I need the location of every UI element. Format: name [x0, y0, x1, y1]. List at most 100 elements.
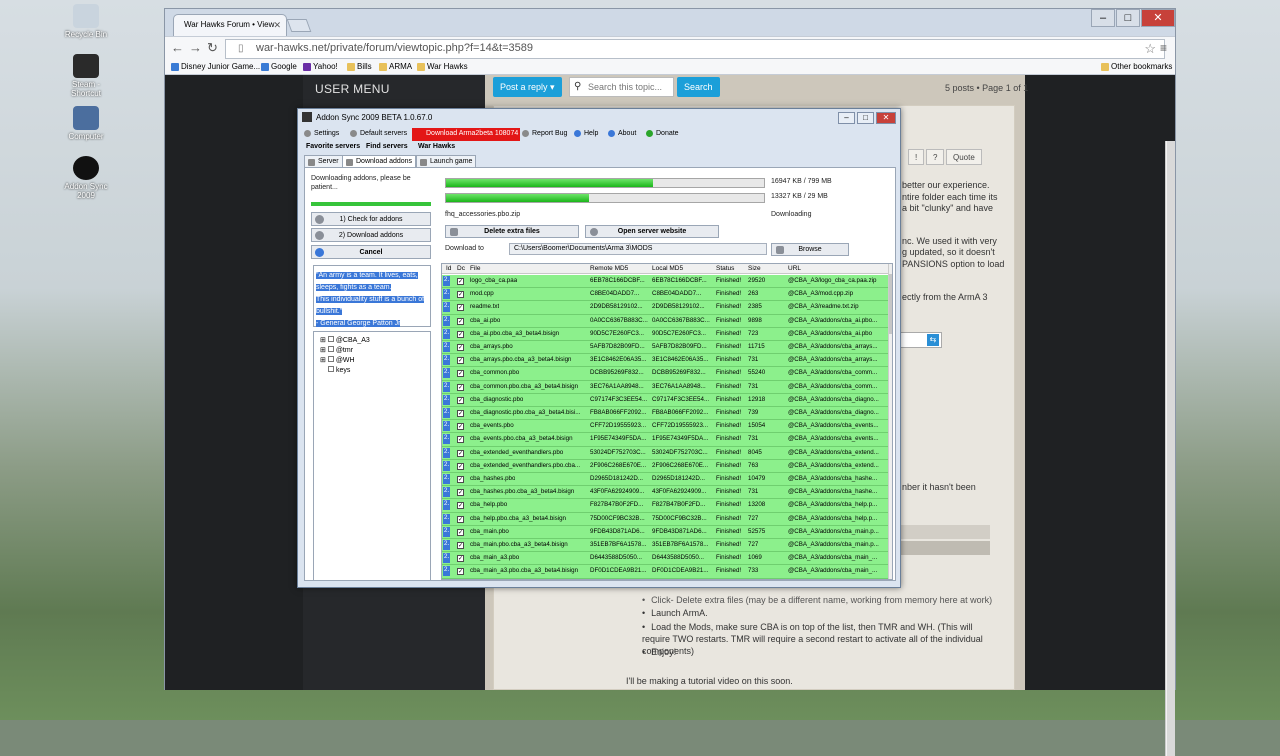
- tree-item[interactable]: keys: [320, 366, 430, 376]
- row-checkbox[interactable]: ✓: [457, 489, 464, 497]
- maximize-button[interactable]: □: [857, 112, 874, 124]
- menu-default-servers[interactable]: Default servers: [350, 130, 407, 137]
- reload-icon[interactable]: ↻: [207, 40, 218, 56]
- minimize-button[interactable]: ‒: [1091, 9, 1115, 27]
- table-row[interactable]: ✓ 2. cba_main_a3.pbo.cba_a3_beta4.bisign DF…: [442, 565, 888, 579]
- table-row[interactable]: ✓ 2. cba_ai.pbo.cba_a3_beta4.bisign 90D5C7E…: [442, 327, 888, 341]
- row-checkbox[interactable]: ✓: [457, 555, 464, 563]
- download-path-field[interactable]: C:\Users\Boomer\Documents\Arma 3\MODS: [509, 243, 767, 255]
- table-row[interactable]: ✓ 2. cba_diagnostic.pbo C97174F3C3EE54... C9…: [442, 393, 888, 407]
- table-row[interactable]: ✓ 2. cba_main.pbo 9FDB43D871AD6... 9FDB43D87…: [442, 525, 888, 539]
- row-checkbox[interactable]: ✓: [457, 423, 464, 431]
- table-row[interactable]: ✓ 2. cba_hashes.pbo.cba_a3_beta4.bisign 43F…: [442, 486, 888, 500]
- row-checkbox[interactable]: ✓: [457, 528, 464, 536]
- tab-war-hawks[interactable]: War Hawks: [418, 143, 455, 150]
- table-row[interactable]: ✓ 2. cba_hashes.pbo D2965D181242D... D2965D1…: [442, 473, 888, 487]
- row-checkbox[interactable]: ✓: [457, 476, 464, 483]
- desktop-icon-computer[interactable]: Computer: [60, 106, 112, 141]
- topic-search-input[interactable]: ⚲ Search this topic...: [569, 77, 674, 97]
- url-field[interactable]: ▯ war-hawks.net/private/forum/viewtopic.p…: [225, 39, 1165, 59]
- table-row[interactable]: ✓ 2. cba_events.pbo.cba_a3_beta4.bisign 1F9…: [442, 433, 888, 447]
- column-header[interactable]: Id: [446, 265, 451, 272]
- report-button[interactable]: !: [908, 149, 925, 165]
- download-beta-button[interactable]: Download Arma2beta 108074: [412, 128, 520, 141]
- tab-find-servers[interactable]: Find servers: [366, 143, 408, 150]
- row-checkbox[interactable]: ✓: [457, 278, 464, 285]
- close-button[interactable]: ✕: [876, 112, 896, 124]
- desktop-icon-addon-sync[interactable]: Addon Sync 2009: [60, 156, 112, 200]
- menu-report-bug[interactable]: Report Bug: [522, 130, 567, 137]
- menu-about[interactable]: About: [608, 130, 636, 137]
- download-addons-button[interactable]: 2) Download addons: [311, 228, 431, 242]
- row-checkbox[interactable]: ✓: [457, 383, 464, 391]
- menu-help[interactable]: Help: [574, 130, 598, 137]
- browser-tab[interactable]: War Hawks Forum • View ✕: [173, 14, 287, 36]
- other-bookmarks[interactable]: Other bookmarks: [1101, 62, 1172, 71]
- browse-button[interactable]: Browse: [771, 243, 849, 256]
- bookmark-folder[interactable]: ARMA: [379, 62, 412, 71]
- table-row[interactable]: ✓ 2. cba_extended_eventhandlers.pbo.cba...…: [442, 459, 888, 473]
- tree-item[interactable]: ⊞ @WH: [320, 356, 430, 366]
- row-checkbox[interactable]: ✓: [457, 462, 464, 470]
- row-checkbox[interactable]: ✓: [457, 502, 464, 510]
- bookmark-star-icon[interactable]: ☆: [1144, 41, 1156, 57]
- column-header[interactable]: Local MD5: [652, 265, 683, 272]
- bookmark-item[interactable]: Yahoo!: [303, 62, 338, 71]
- table-row[interactable]: ✓ 2. cba_main_a3.pbo D6443588D5050... D64435…: [442, 552, 888, 566]
- table-row[interactable]: ✓ 2. cba_arrays.pbo.cba_a3_beta4.bisign 3E1…: [442, 354, 888, 368]
- table-row[interactable]: ✓ 2. cba_ai.pbo 0A0CC6367B883C... 0A0CC6367B…: [442, 314, 888, 328]
- table-row[interactable]: ✓ 2. cba_main.pbo.cba_a3_beta4.bisign 351EB…: [442, 539, 888, 553]
- table-row[interactable]: ✓ 2. cba_help.pbo.cba_a3_beta4.bisign 75D00…: [442, 512, 888, 526]
- table-row[interactable]: ✓ 2. mod.cpp C8BE04DADD7... C8BE04DADD7... Fi…: [442, 288, 888, 302]
- column-header[interactable]: URL: [788, 265, 801, 272]
- desktop-icon-steam[interactable]: Steam - Shortcut: [60, 54, 112, 98]
- row-checkbox[interactable]: ✓: [457, 436, 464, 444]
- page-scrollbar[interactable]: [1165, 141, 1175, 756]
- table-row[interactable]: ✓ 2. cba_extended_eventhandlers.pbo 53024DF…: [442, 446, 888, 460]
- cancel-button[interactable]: Cancel: [311, 245, 431, 259]
- maximize-button[interactable]: □: [1116, 9, 1140, 27]
- post-reply-button[interactable]: Post a reply ▾: [493, 77, 562, 97]
- new-tab-button[interactable]: [286, 19, 312, 32]
- select-dropdown[interactable]: ⇆: [898, 332, 942, 348]
- row-checkbox[interactable]: ✓: [457, 370, 464, 378]
- row-checkbox[interactable]: ✓: [457, 396, 464, 404]
- quote-button[interactable]: Quote: [946, 149, 982, 165]
- tab-close-icon[interactable]: ✕: [273, 20, 281, 31]
- column-header[interactable]: Size: [748, 265, 761, 272]
- bookmark-item[interactable]: Google: [261, 62, 297, 71]
- tree-item[interactable]: ⊞ @CBA_A3: [320, 336, 430, 346]
- table-row[interactable]: ✓ 2. cba_diagnostic.pbo.cba_a3_beta4.bisi.…: [442, 407, 888, 421]
- row-checkbox[interactable]: ✓: [457, 410, 464, 417]
- table-row[interactable]: ✓ 2. readme.txt 2D9DB58129102... 2D9DB581291…: [442, 301, 888, 315]
- search-button[interactable]: Search: [677, 77, 720, 97]
- table-row[interactable]: ✓ 2. cba_common.pbo.cba_a3_beta4.bisign 3EC…: [442, 380, 888, 394]
- delete-extra-files-button[interactable]: Delete extra files: [445, 225, 579, 238]
- scrollbar-thumb[interactable]: [1167, 141, 1175, 756]
- row-checkbox[interactable]: ✓: [457, 568, 464, 576]
- row-checkbox[interactable]: ✓: [457, 344, 464, 351]
- table-row[interactable]: ✓ 2. cba_help.pbo F827B47B0F2FD... F827B47B0…: [442, 499, 888, 513]
- grid-scrollbar[interactable]: [888, 264, 892, 579]
- row-checkbox[interactable]: ✓: [457, 291, 464, 299]
- menu-settings[interactable]: Settings: [304, 130, 339, 137]
- row-checkbox[interactable]: ✓: [457, 330, 464, 338]
- row-checkbox[interactable]: ✓: [457, 304, 464, 312]
- column-header[interactable]: File: [470, 265, 480, 272]
- bookmark-folder[interactable]: Bills: [347, 62, 372, 71]
- menu-donate[interactable]: Donate: [646, 130, 679, 137]
- table-row[interactable]: ✓ 2. cba_arrays.pbo 5AFB7D82B09FD... 5AFB7D8…: [442, 341, 888, 355]
- open-server-website-button[interactable]: Open server website: [585, 225, 719, 238]
- close-window-button[interactable]: ✕: [1141, 9, 1175, 27]
- row-checkbox[interactable]: ✓: [457, 515, 464, 523]
- info-button[interactable]: ?: [926, 149, 945, 165]
- row-checkbox[interactable]: ✓: [457, 449, 464, 457]
- minimize-button[interactable]: –: [838, 112, 855, 124]
- tree-item[interactable]: ⊞ @tmr: [320, 346, 430, 356]
- tab-favorite-servers[interactable]: Favorite servers: [306, 143, 360, 150]
- check-addons-button[interactable]: 1) Check for addons: [311, 212, 431, 226]
- go-icon[interactable]: ⇆: [927, 334, 939, 346]
- table-row[interactable]: ✓ 2. logo_cba_ca.paa 6EB78C166DCBF... 6EB78C…: [442, 275, 888, 289]
- row-checkbox[interactable]: ✓: [457, 357, 464, 365]
- column-header[interactable]: Remote MD5: [590, 265, 628, 272]
